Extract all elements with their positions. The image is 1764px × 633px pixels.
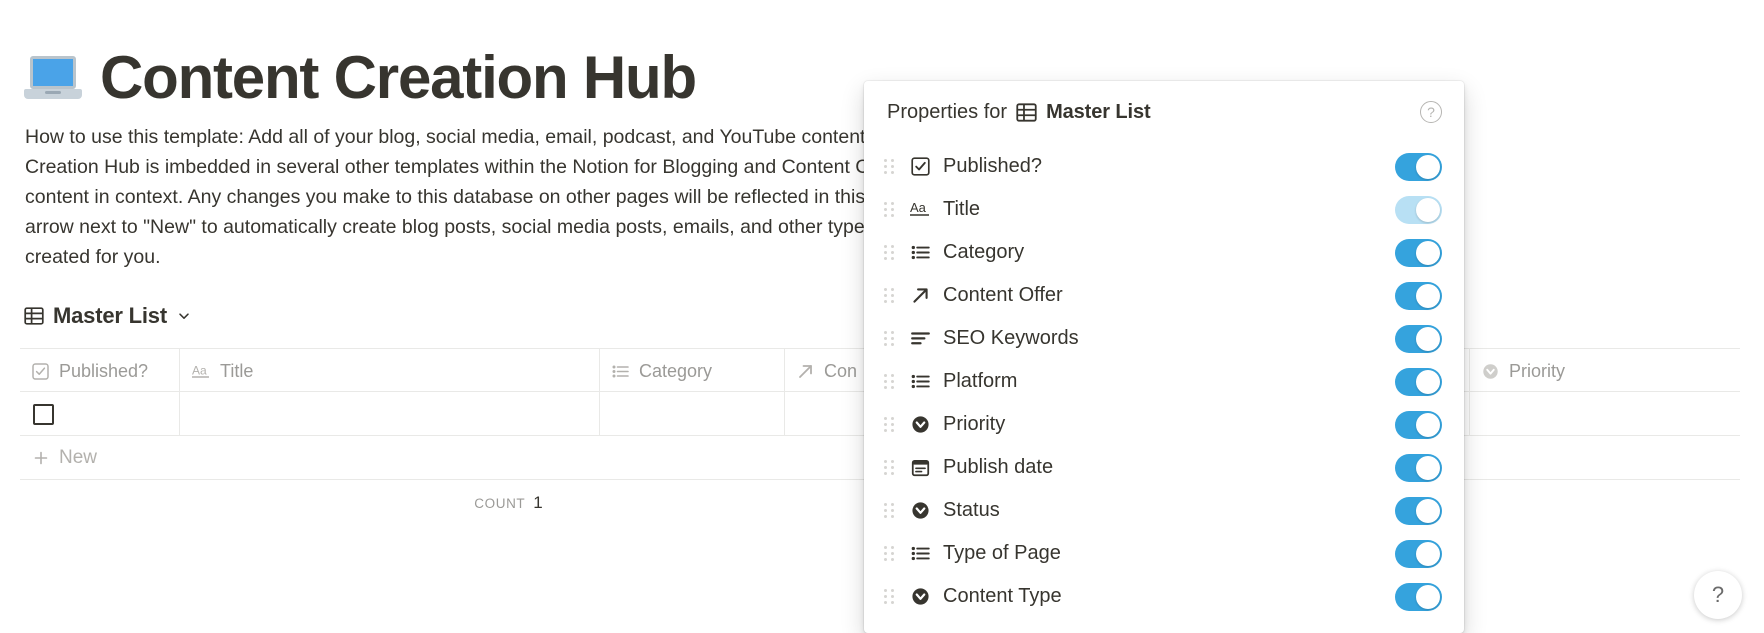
property-row-published[interactable]: Published? [864, 145, 1464, 188]
drag-handle-icon[interactable] [884, 459, 896, 477]
property-row-status[interactable]: Status [864, 489, 1464, 532]
property-toggle[interactable] [1395, 582, 1442, 611]
column-header-label: Category [639, 360, 713, 381]
property-row-type-of-page[interactable]: Type of Page [864, 532, 1464, 575]
select-icon [908, 585, 932, 609]
question-mark-icon: ? [1711, 582, 1725, 607]
property-list: Published? Aa Title Category Content Off… [864, 143, 1464, 618]
cell-category[interactable] [600, 392, 785, 436]
popover-title-lead: Properties for [887, 100, 1008, 123]
property-row-content-type[interactable]: Content Type [864, 575, 1464, 618]
property-toggle[interactable] [1395, 496, 1442, 525]
column-header-label: Published? [59, 360, 149, 381]
property-row-seo-keywords[interactable]: SEO Keywords [864, 317, 1464, 360]
count-label: COUNT [474, 495, 526, 511]
property-row-platform[interactable]: Platform [864, 360, 1464, 403]
cell-title[interactable] [180, 392, 600, 436]
property-label: Published? [943, 155, 1042, 177]
plus-icon [34, 451, 48, 464]
drag-handle-icon[interactable] [884, 545, 896, 563]
table-count-row[interactable]: COUNT 1 [20, 480, 997, 526]
page-root: Content Creation Hub How to use this tem… [0, 0, 1764, 633]
text-lines-icon [908, 327, 932, 351]
drag-handle-icon[interactable] [884, 158, 896, 176]
svg-text:Aa: Aa [192, 363, 207, 377]
database-table-icon [24, 307, 44, 325]
multi-select-icon [908, 241, 932, 265]
drag-handle-icon[interactable] [884, 373, 896, 391]
property-label: Status [943, 499, 1000, 521]
drag-handle-icon[interactable] [884, 416, 896, 434]
property-toggle[interactable] [1395, 539, 1442, 568]
laptop-emoji-icon [24, 52, 82, 104]
multi-select-icon [908, 542, 932, 566]
property-label: Title [943, 198, 981, 220]
column-header-label: Priority [1509, 360, 1566, 381]
database-title-row[interactable]: Master List [24, 303, 191, 329]
property-toggle[interactable] [1395, 410, 1442, 439]
help-bubble-button[interactable]: ? [1694, 571, 1742, 619]
count-value: 1 [533, 493, 543, 512]
property-toggle[interactable] [1395, 453, 1442, 482]
popover-help-icon[interactable]: ? [1420, 101, 1442, 123]
checkbox-unchecked-icon[interactable] [33, 403, 54, 425]
svg-text:Aa: Aa [910, 200, 927, 215]
select-icon [908, 413, 932, 437]
page-title: Content Creation Hub [100, 44, 697, 111]
property-toggle[interactable] [1395, 238, 1442, 267]
popover-title: Properties for Master List [887, 101, 1151, 124]
page-header: Content Creation Hub [24, 44, 697, 111]
multi-select-icon [612, 365, 629, 377]
property-row-content-offer[interactable]: Content Offer [864, 274, 1464, 317]
property-label: Category [943, 241, 1025, 263]
property-label: Content Type [943, 585, 1062, 607]
property-row-category[interactable]: Category [864, 231, 1464, 274]
add-new-row-label: New [59, 446, 98, 468]
select-icon [908, 499, 932, 523]
multi-select-icon [908, 370, 932, 394]
column-header-priority[interactable]: Priority [1470, 349, 1740, 393]
title-aa-icon: Aa [192, 363, 209, 378]
column-header-published[interactable]: Published? [20, 349, 180, 393]
property-label: Content Offer [943, 284, 1063, 306]
title-aa-icon: Aa [908, 198, 932, 222]
checkbox-icon [908, 155, 932, 179]
select-icon [1483, 363, 1498, 379]
popover-database-name: Master List [1046, 100, 1151, 123]
drag-handle-icon[interactable] [884, 330, 896, 348]
drag-handle-icon[interactable] [884, 201, 896, 219]
column-header-label: Title [220, 360, 254, 381]
column-header-category[interactable]: Category [600, 349, 785, 393]
property-row-priority[interactable]: Priority [864, 403, 1464, 446]
property-label: Publish date [943, 456, 1054, 478]
database-name: Master List [53, 303, 167, 328]
database-table-icon [1016, 102, 1037, 122]
property-label: Type of Page [943, 542, 1061, 564]
property-toggle[interactable] [1395, 367, 1442, 396]
cell-published[interactable] [20, 392, 180, 436]
url-arrow-icon [908, 284, 932, 308]
drag-handle-icon[interactable] [884, 588, 896, 606]
property-toggle[interactable] [1395, 281, 1442, 310]
cell-priority[interactable] [1470, 392, 1740, 436]
drag-handle-icon[interactable] [884, 244, 896, 262]
property-toggle-locked[interactable] [1395, 195, 1442, 224]
property-toggle[interactable] [1395, 152, 1442, 181]
property-label: Priority [943, 413, 1006, 435]
property-label: SEO Keywords [943, 327, 1079, 349]
property-label: Platform [943, 370, 1018, 392]
checkbox-icon [32, 362, 49, 380]
url-arrow-icon [799, 364, 812, 378]
chevron-down-icon[interactable] [177, 309, 191, 323]
drag-handle-icon[interactable] [884, 287, 896, 305]
calendar-icon [908, 456, 932, 480]
column-header-label: Con [824, 360, 858, 381]
drag-handle-icon[interactable] [884, 502, 896, 520]
property-toggle[interactable] [1395, 324, 1442, 353]
property-row-title[interactable]: Aa Title [864, 188, 1464, 231]
popover-header: Properties for Master List ? [864, 81, 1464, 143]
property-row-publish-date[interactable]: Publish date [864, 446, 1464, 489]
properties-popover: Properties for Master List ? Published? … [864, 81, 1464, 633]
column-header-title[interactable]: Aa Title [180, 349, 600, 393]
